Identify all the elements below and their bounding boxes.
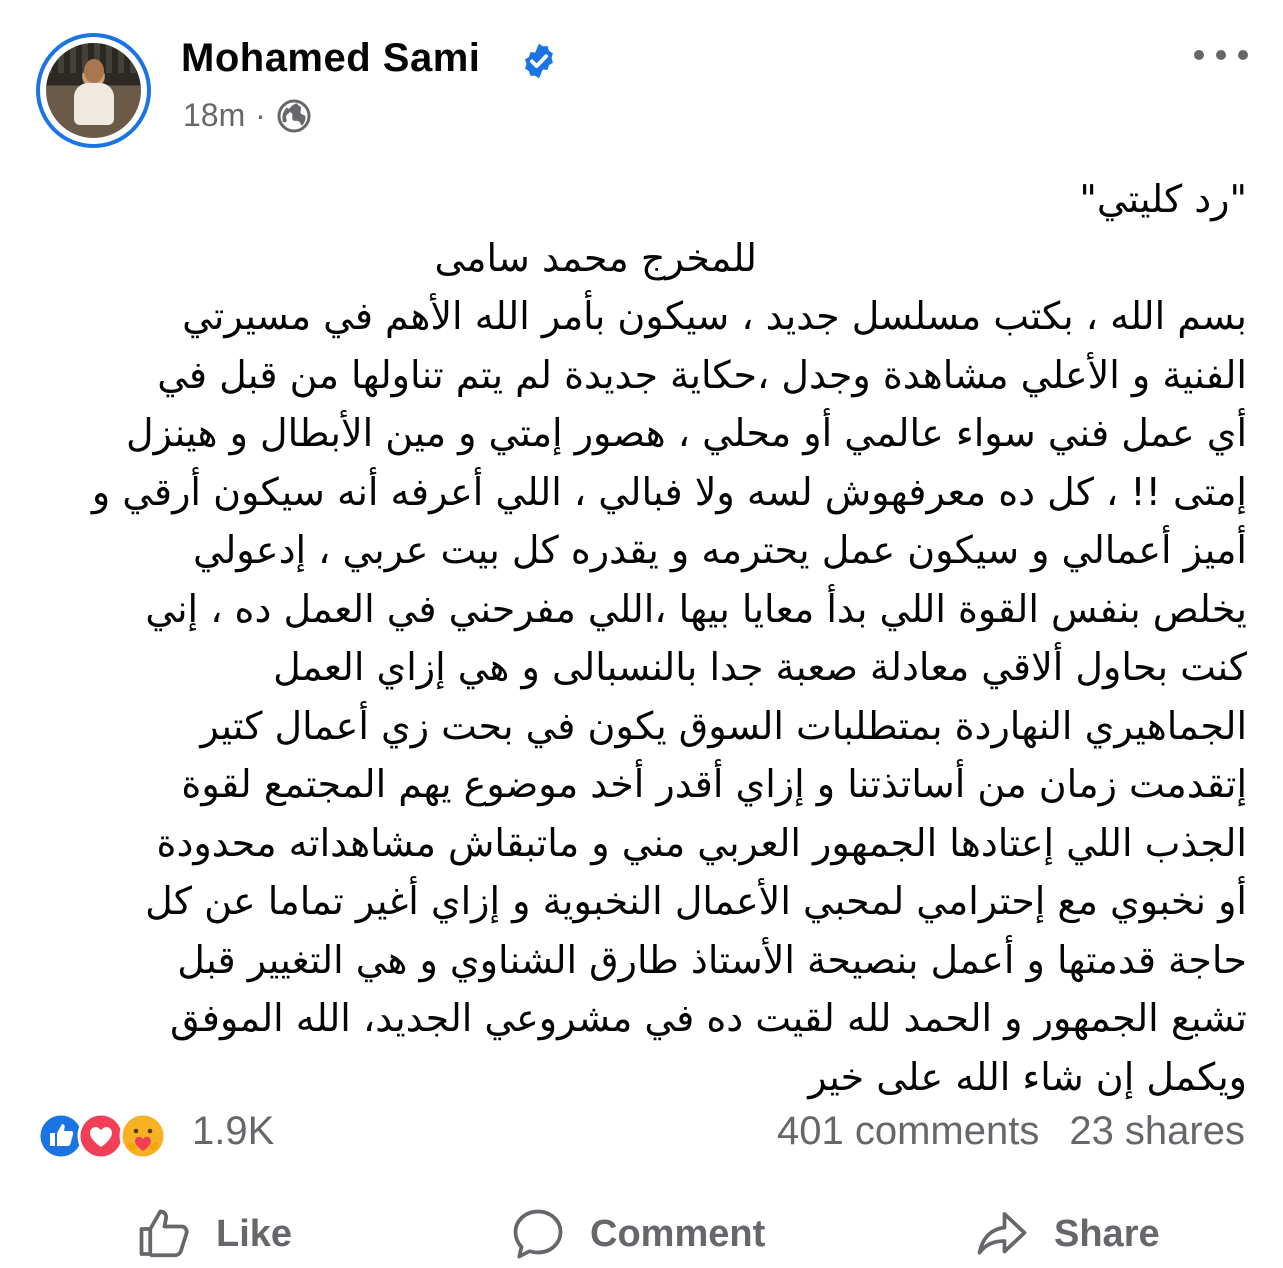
avatar[interactable] [36,33,151,148]
like-button[interactable]: Like [134,1200,292,1268]
like-reaction-icon [37,1112,85,1160]
reaction-count[interactable]: 1.9K [192,1109,274,1154]
post-text: "رد كليتي" للمخرج محمد سامى بسم الله ، ب… [37,170,1247,1106]
globe-icon [277,99,311,132]
shares-count[interactable]: 23 shares [1069,1109,1245,1154]
post-line: أميز أعمالي و سيكون عمل يحترمه و يقدره ك… [193,528,1247,572]
post-stats: 401 comments 23 shares [777,1109,1245,1154]
post-line: ويكمل إن شاء الله على خير [808,1054,1247,1099]
post-meta: 18m · [183,97,312,134]
more-horizontal-icon[interactable] [1192,44,1250,66]
post-line: حاجة قدمتها و أعمل بنصيحة الأستاذ طارق ا… [177,937,1247,982]
reactions-bar: 1.9K 401 comments 23 shares [0,1105,1283,1165]
post-header: Mohamed Sami 18m · [0,0,1283,160]
avatar-photo [46,43,141,138]
post-line: "رد كليتي" [1079,177,1247,221]
comment-button[interactable]: Comment [508,1200,765,1268]
post-line: يخلص بنفس القوة اللي بدأ معايا بيها ،الل… [145,586,1247,631]
post-line: الجماهيري النهاردة بمتطلبات السوق يكون ف… [200,703,1247,748]
post-line: إمتى !! ، كل ده معرفهوش لسه ولا فبالي ، … [91,469,1247,514]
post-line: إتقدمت زمان من أساتذتنا و إزاي أقدر أخد … [181,762,1247,806]
like-label: Like [216,1212,293,1255]
action-bar: Like Comment Share [0,1200,1283,1268]
love-reaction-icon [77,1112,125,1160]
comment-label: Comment [590,1212,766,1255]
share-icon [977,1212,1027,1255]
post-line: تشبع الجمهور و الحمد لله لقيت ده في مشرو… [170,996,1247,1040]
post-line: للمخرج محمد سامى [434,235,757,280]
author-name[interactable]: Mohamed Sami [181,36,480,81]
post-line: كنت بحاول ألاقي معادلة صعبة جدا بالنسبال… [273,645,1247,689]
post-time[interactable]: 18m [183,97,245,134]
share-button[interactable]: Share [972,1200,1160,1268]
post-line: أي عمل فني سواء عالمي أو محلي ، هصور إمت… [126,411,1247,455]
share-label: Share [1054,1212,1160,1255]
post-line: الجذب اللي إعتادها الجمهور العربي مني و … [156,820,1247,865]
post-line: بسم الله ، بكتب مسلسل جديد ، سيكون بأمر … [182,294,1247,338]
meta-separator: · [255,97,266,133]
post-line: الفنية و الأعلي مشاهدة وجدل ،حكاية جديدة… [157,352,1247,397]
comments-count[interactable]: 401 comments [777,1109,1039,1154]
post-line: أو نخبوي مع إحترامي لمحبي الأعمال النخبو… [145,879,1247,923]
reaction-icons[interactable] [36,1111,186,1161]
comment-icon [513,1209,563,1259]
verified-badge-icon [525,43,553,79]
care-reaction-icon [119,1112,167,1160]
like-icon [139,1209,189,1258]
